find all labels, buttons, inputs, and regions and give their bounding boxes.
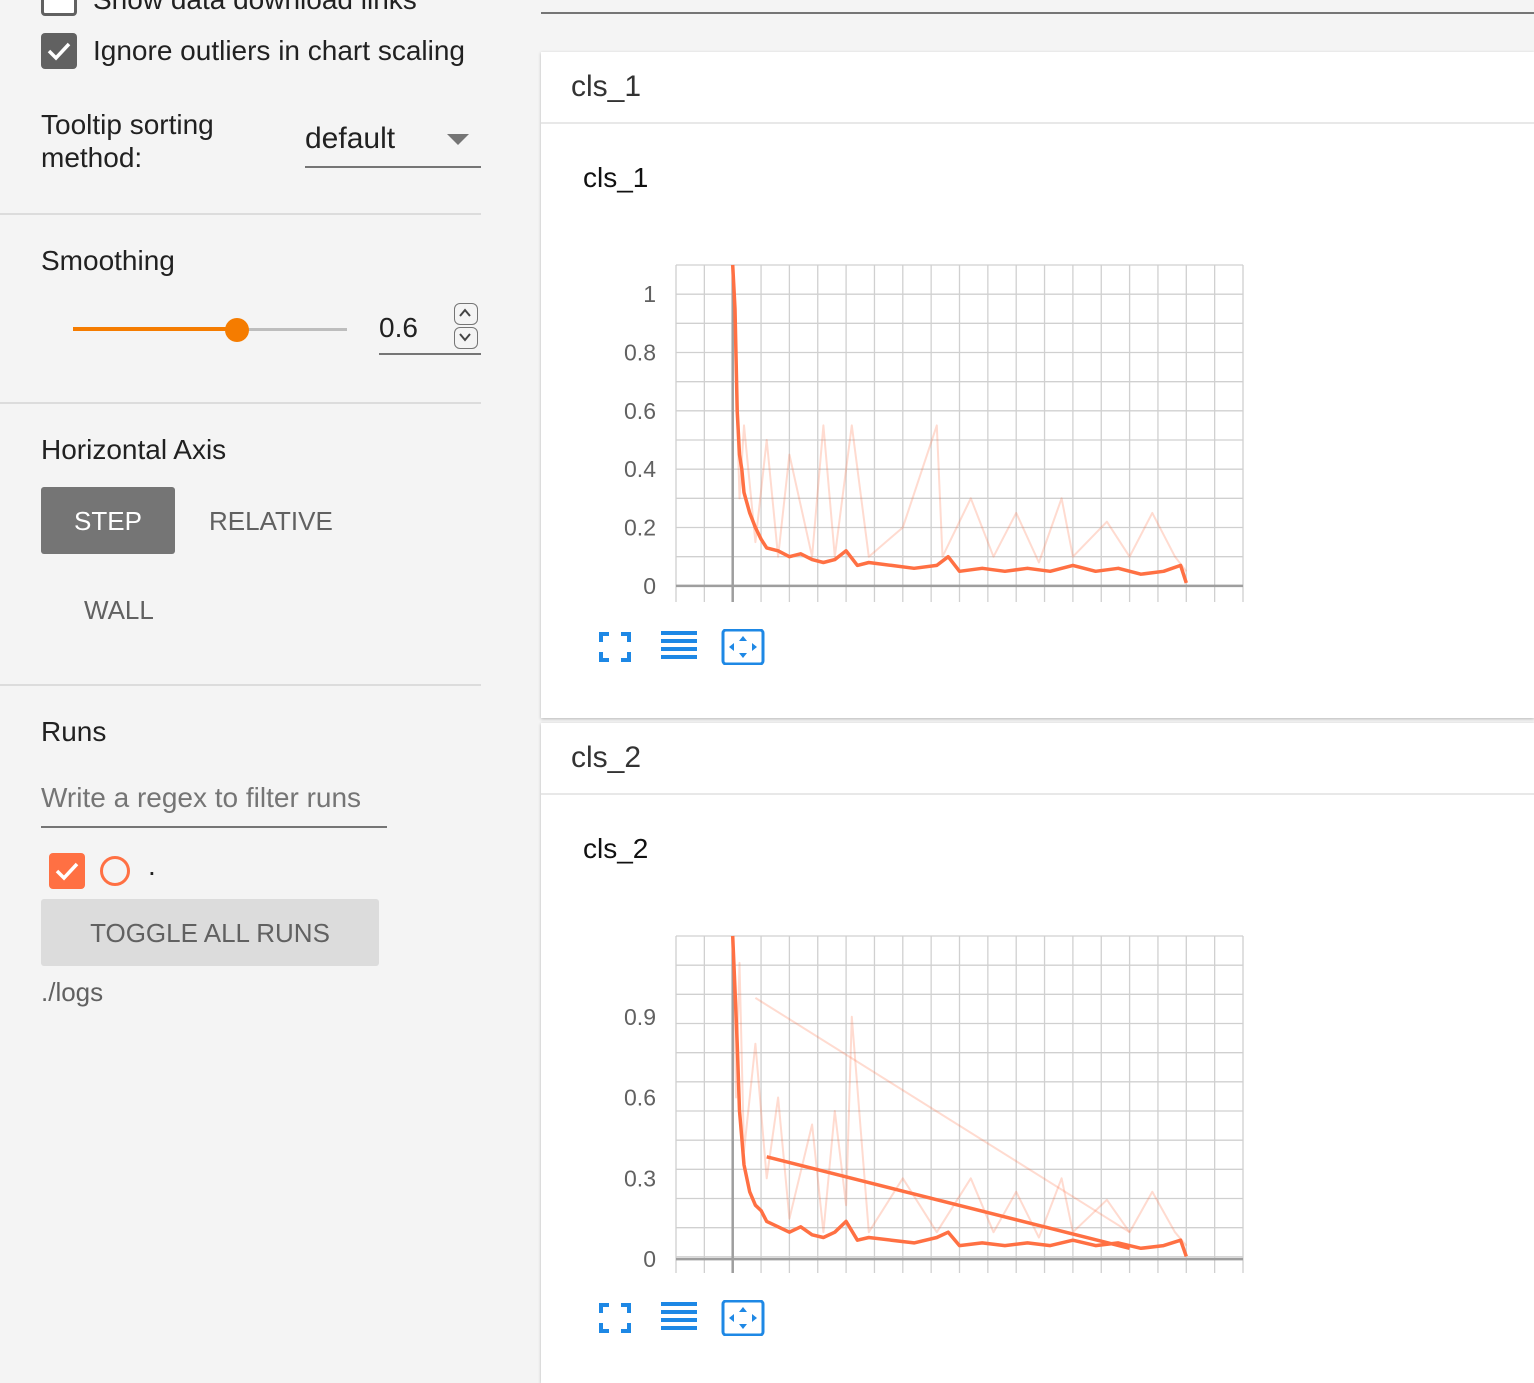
runs-label: Runs bbox=[41, 716, 107, 747]
ignore-outliers-label: Ignore outliers in chart scaling bbox=[93, 35, 465, 66]
y-tick-label: 1 bbox=[643, 281, 656, 307]
run-checkbox[interactable] bbox=[49, 853, 85, 889]
run-filter-input[interactable]: Write a regex to filter runs bbox=[41, 778, 387, 828]
card-title: cls_1 bbox=[571, 70, 642, 103]
dropdown-arrow-icon bbox=[447, 134, 469, 145]
axis-wall-label: WALL bbox=[84, 595, 154, 625]
axis-wall-button[interactable]: WALL bbox=[41, 576, 193, 643]
check-icon bbox=[47, 42, 71, 61]
divider bbox=[0, 402, 481, 404]
card-header[interactable]: cls_1 bbox=[541, 52, 1534, 124]
log-dir: ./logs bbox=[41, 977, 104, 1007]
smoothing-value-input[interactable]: 0.6 bbox=[379, 303, 481, 355]
toggle-all-runs-label: TOGGLE ALL RUNS bbox=[90, 918, 330, 948]
card-cls-2: cls_2 cls_2 05001k1.5k2k2.5k3k3.5k4k00.3… bbox=[541, 723, 1534, 1383]
run-color-circle-icon[interactable] bbox=[100, 856, 130, 886]
fit-domain-icon[interactable] bbox=[721, 628, 765, 666]
axis-relative-button[interactable]: RELATIVE bbox=[193, 487, 341, 554]
smoothing-value: 0.6 bbox=[379, 312, 418, 343]
card-header[interactable]: cls_2 bbox=[541, 723, 1534, 795]
axis-relative-label: RELATIVE bbox=[209, 506, 333, 536]
ignore-outliers-checkbox[interactable] bbox=[41, 33, 77, 69]
top-group-header-line bbox=[541, 12, 1534, 14]
tooltip-sorting-dropdown[interactable]: default bbox=[305, 118, 481, 168]
axis-step-button[interactable]: STEP bbox=[41, 487, 175, 554]
chart-grid bbox=[675, 264, 1244, 602]
show-download-links-label: Show data download links bbox=[93, 0, 481, 16]
divider bbox=[0, 684, 481, 686]
horizontal-axis-label: Horizontal Axis bbox=[41, 434, 227, 465]
card-cls-1: cls_1 cls_1 05001k1.5k2k2.5k3k3.5k4k00.2… bbox=[541, 52, 1534, 718]
legend-list-icon[interactable] bbox=[657, 629, 701, 665]
toggle-all-runs-button[interactable]: TOGGLE ALL RUNS bbox=[41, 899, 379, 966]
sidebar: Show data download links Ignore outliers… bbox=[0, 0, 481, 1358]
y-tick-label: 0.4 bbox=[624, 456, 656, 482]
slider-knob[interactable] bbox=[225, 318, 250, 342]
y-tick-label: 0.6 bbox=[624, 398, 656, 424]
chart-title: cls_1 bbox=[583, 162, 649, 193]
fullscreen-icon[interactable] bbox=[593, 629, 637, 665]
show-download-links-checkbox[interactable] bbox=[41, 0, 77, 16]
check-icon bbox=[55, 862, 79, 881]
legend-list-icon[interactable] bbox=[657, 1300, 701, 1336]
y-tick-label: 0.9 bbox=[624, 1004, 656, 1030]
slider-fill bbox=[73, 327, 238, 331]
card-title: cls_2 bbox=[571, 741, 642, 774]
stepper-up-icon[interactable] bbox=[454, 303, 478, 325]
divider bbox=[0, 213, 481, 215]
tooltip-sorting-value: default bbox=[305, 122, 396, 155]
chart-cls-1[interactable]: 05001k1.5k2k2.5k3k3.5k4k00.20.40.60.81 bbox=[541, 202, 1534, 602]
fit-domain-icon[interactable] bbox=[721, 1299, 765, 1337]
smoothing-slider[interactable] bbox=[73, 315, 347, 345]
smoothing-label: Smoothing bbox=[41, 245, 175, 276]
stepper-down-icon[interactable] bbox=[454, 327, 478, 349]
fullscreen-icon[interactable] bbox=[593, 1300, 637, 1336]
run-filter-placeholder: Write a regex to filter runs bbox=[41, 782, 362, 813]
chart-title: cls_2 bbox=[583, 833, 649, 864]
y-tick-label: 0 bbox=[643, 573, 656, 599]
run-name: . bbox=[148, 850, 156, 881]
chart-cls-2[interactable]: 05001k1.5k2k2.5k3k3.5k4k00.30.60.9 bbox=[541, 873, 1534, 1273]
y-tick-label: 0.2 bbox=[624, 515, 656, 541]
y-tick-label: 0 bbox=[643, 1246, 656, 1272]
tooltip-sorting-label: Tooltip sorting method: bbox=[41, 109, 214, 173]
axis-step-label: STEP bbox=[74, 506, 142, 536]
y-tick-label: 0.6 bbox=[624, 1085, 656, 1111]
y-tick-label: 0.3 bbox=[624, 1165, 656, 1191]
y-tick-label: 0.8 bbox=[624, 340, 656, 366]
